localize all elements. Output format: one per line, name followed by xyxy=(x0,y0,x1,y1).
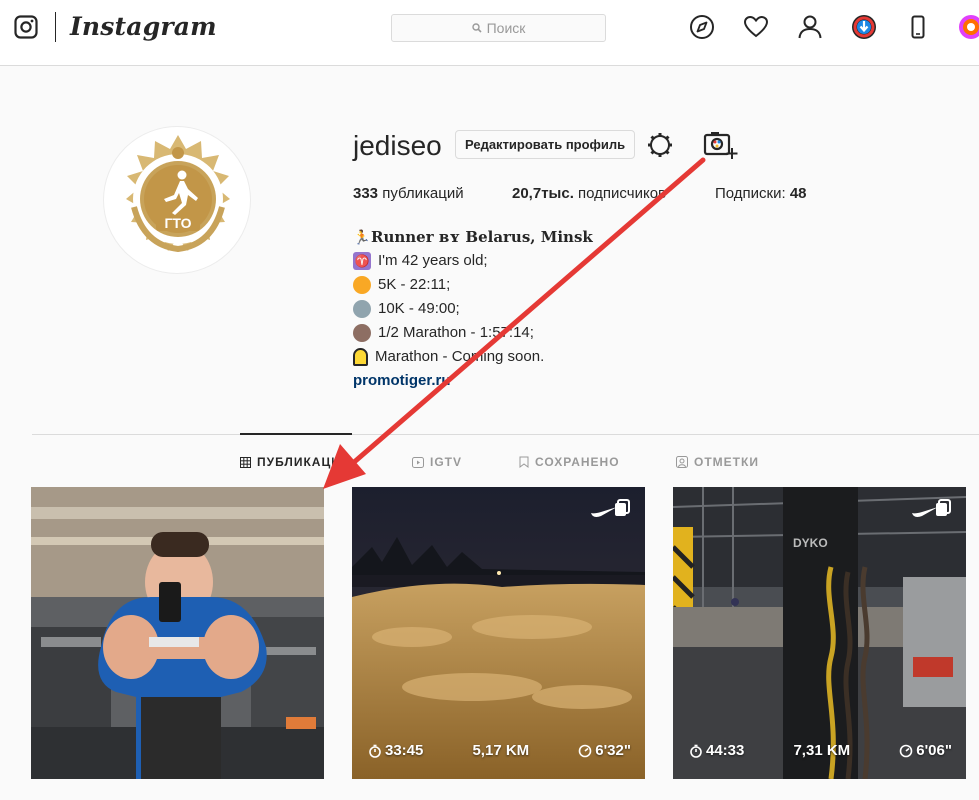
svg-text:DYKO: DYKO xyxy=(793,536,828,550)
profile-avatar[interactable]: ГТО xyxy=(103,126,251,274)
posts-label: публикаций xyxy=(382,185,464,202)
bio-line-5k: 5K - 22:11; xyxy=(353,273,593,297)
posts-count: 333 xyxy=(353,185,379,202)
edit-profile-button[interactable]: Редактировать профиль xyxy=(455,130,636,159)
bio-10k: 10K - 49:00; xyxy=(378,300,460,317)
bronze-medal-icon xyxy=(353,324,371,342)
nike-multi-photo-icon xyxy=(912,499,951,517)
bio-website-link[interactable]: promotiger.ru xyxy=(353,369,451,393)
bio-half-marathon: 1/2 Marathon - 1:57:14; xyxy=(378,324,534,341)
run-time: 44:33 xyxy=(689,742,744,759)
tab-tagged[interactable]: ОТМЕТКИ xyxy=(676,455,759,469)
bio-line-half: 1/2 Marathon - 1:57:14; xyxy=(353,321,593,345)
tab-posts[interactable]: ПУБЛИКАЦИИ xyxy=(240,455,350,469)
run-pace: 6'06" xyxy=(899,742,952,759)
add-photo-camera-icon[interactable] xyxy=(703,130,739,160)
download-extension-icon[interactable] xyxy=(851,14,877,40)
bio-link-line: promotiger.ru xyxy=(353,369,593,393)
followers-stat[interactable]: 20,7тыс. подписчиков xyxy=(512,185,666,202)
profile-person-icon[interactable] xyxy=(797,14,823,40)
bio-name: 𝐑𝐮𝐧𝐧𝐞𝐫 ʙʏ 𝐁𝐞𝐥𝐚𝐫𝐮𝐬, 𝐌𝐢𝐧𝐬𝐤 xyxy=(371,228,593,246)
following-stat[interactable]: Подписки: 48 xyxy=(715,185,807,202)
post-thumbnail-3[interactable]: DYKO 44:33 7,31 KM 6'06" xyxy=(673,487,966,779)
tab-tagged-label: ОТМЕТКИ xyxy=(694,455,759,469)
gto-badge-icon: ГТО xyxy=(126,135,230,253)
search-placeholder: Поиск xyxy=(486,20,526,36)
bookmark-icon xyxy=(519,456,529,468)
run-pace-value: 6'32" xyxy=(595,742,631,759)
extension-gradient-icon[interactable] xyxy=(958,14,979,40)
bio-name-line: 🏃 𝐑𝐮𝐧𝐧𝐞𝐫 ʙʏ 𝐁𝐞𝐥𝐚𝐫𝐮𝐬, 𝐌𝐢𝐧𝐬𝐤 xyxy=(353,225,593,249)
run-time: 33:45 xyxy=(368,742,423,759)
run-distance: 5,17 KM xyxy=(472,742,530,759)
run-time-value: 33:45 xyxy=(385,742,424,759)
tab-saved[interactable]: СОХРАНЕНО xyxy=(519,455,620,469)
bio-age: I'm 42 years old; xyxy=(378,252,488,269)
settings-gear-icon[interactable] xyxy=(646,131,674,159)
bio-5k: 5K - 22:11; xyxy=(378,276,451,293)
avatar-text: ГТО xyxy=(164,215,191,231)
search-input[interactable]: Поиск xyxy=(391,14,606,42)
post-thumbnail-2[interactable]: 33:45 5,17 KM 6'32" xyxy=(352,487,645,779)
logo-divider xyxy=(55,12,56,42)
run-pace-value: 6'06" xyxy=(916,742,952,759)
tab-posts-label: ПУБЛИКАЦИИ xyxy=(257,455,351,469)
pace-gauge-icon xyxy=(578,744,592,757)
bio-marathon: Marathon - Coming soon. xyxy=(375,348,545,365)
following-count: 48 xyxy=(789,185,807,202)
run-pace: 6'32" xyxy=(578,742,631,759)
runner-emoji-icon: 🏃 xyxy=(353,229,371,245)
instagram-camera-icon[interactable] xyxy=(14,15,38,39)
explore-compass-icon[interactable] xyxy=(689,14,715,40)
gym-punching-bag-photo: DYKO xyxy=(673,487,966,779)
nike-multi-photo-icon xyxy=(591,499,630,517)
followers-count: 20,7тыс. xyxy=(512,185,574,202)
gym-selfie-photo xyxy=(31,487,324,779)
activity-heart-icon[interactable] xyxy=(743,14,769,40)
run-distance: 7,31 KM xyxy=(793,742,851,759)
posts-count-stat[interactable]: 333 публикаций xyxy=(353,185,464,202)
bio-line-age: ♈ I'm 42 years old; xyxy=(353,249,593,273)
pace-gauge-icon xyxy=(899,744,913,757)
bio-line-marathon: Marathon - Coming soon. xyxy=(353,345,593,369)
top-navigation: Instagram Поиск xyxy=(0,0,979,66)
gold-medal-icon xyxy=(353,276,371,294)
search-icon xyxy=(471,23,482,33)
run-stats-overlay: 44:33 7,31 KM 6'06" xyxy=(673,742,966,759)
following-label: Подписки: xyxy=(715,185,786,202)
night-snow-photo xyxy=(352,487,645,779)
followers-label: подписчиков xyxy=(578,185,667,202)
aries-sign-icon: ♈ xyxy=(353,252,371,270)
profile-username: jediseo xyxy=(353,130,442,161)
tab-igtv-label: IGTV xyxy=(430,455,463,469)
mobile-phone-icon[interactable] xyxy=(905,14,931,40)
profile-bio: 🏃 𝐑𝐮𝐧𝐧𝐞𝐫 ʙʏ 𝐁𝐞𝐥𝐚𝐫𝐮𝐬, 𝐌𝐢𝐧𝐬𝐤 ♈ I'm 42 year… xyxy=(353,225,593,393)
grid-icon xyxy=(240,456,251,468)
tab-igtv[interactable]: IGTV xyxy=(412,455,462,469)
stopwatch-icon xyxy=(369,744,381,758)
tag-person-icon xyxy=(676,456,688,468)
run-stats-overlay: 33:45 5,17 KM 6'32" xyxy=(352,742,645,759)
post-thumbnail-1[interactable] xyxy=(31,487,324,779)
stopwatch-icon xyxy=(690,744,702,758)
tab-saved-label: СОХРАНЕНО xyxy=(535,455,620,469)
active-tab-indicator xyxy=(240,433,352,435)
lock-icon xyxy=(353,348,368,366)
igtv-icon xyxy=(412,457,424,468)
bio-line-10k: 10K - 49:00; xyxy=(353,297,593,321)
instagram-wordmark[interactable]: Instagram xyxy=(70,12,217,41)
silver-medal-icon xyxy=(353,300,371,318)
run-time-value: 44:33 xyxy=(706,742,745,759)
tabs-divider xyxy=(32,434,979,435)
